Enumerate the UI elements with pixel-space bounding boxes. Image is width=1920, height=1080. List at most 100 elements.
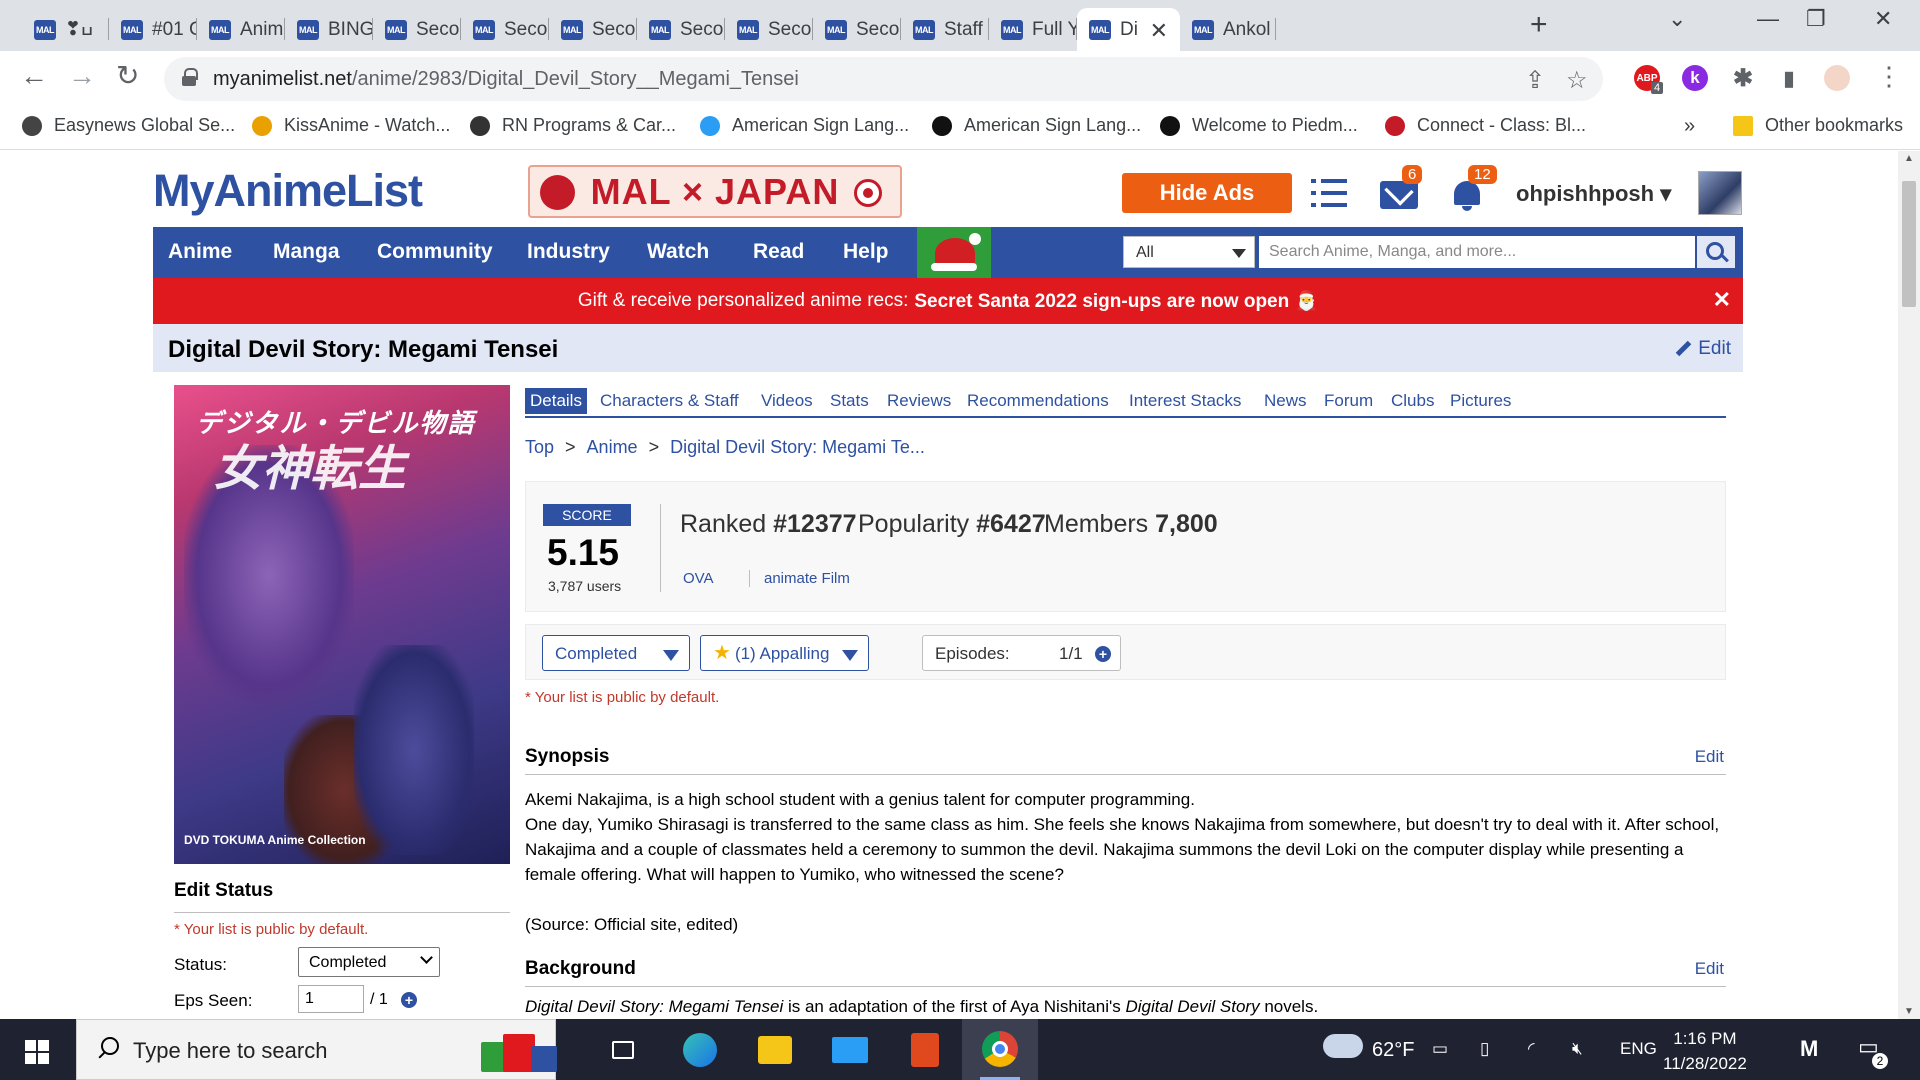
search-icon[interactable] <box>1697 236 1735 268</box>
office-icon[interactable] <box>903 1028 947 1072</box>
scrollbar-thumb[interactable] <box>1902 181 1916 307</box>
breadcrumb-current[interactable]: Digital Devil Story: Megami Te... <box>670 437 925 457</box>
tab-pictures[interactable]: Pictures <box>1450 391 1511 411</box>
chrome-taskbar-button[interactable] <box>962 1019 1038 1080</box>
browser-tab[interactable]: MAL Ankol <box>1180 8 1276 51</box>
bookmark-item[interactable]: American Sign Lang... <box>700 115 909 136</box>
edit-background-link[interactable]: Edit <box>1695 959 1724 979</box>
tab-videos[interactable]: Videos <box>761 391 813 411</box>
breadcrumb-top[interactable]: Top <box>525 437 554 457</box>
status-select[interactable]: Completed <box>298 947 440 977</box>
side-panel-icon[interactable]: ▮ <box>1776 65 1802 91</box>
username-menu[interactable]: ohpishhposh ▾ <box>1516 181 1671 207</box>
taskbar-search-box[interactable]: Type here to search <box>76 1019 557 1080</box>
share-icon[interactable]: ⇪ <box>1525 66 1545 95</box>
page-scrollbar[interactable]: ▲ ▼ <box>1898 151 1920 1019</box>
nav-anime[interactable]: Anime <box>168 240 232 264</box>
browser-tab[interactable]: MAL BINGO <box>285 8 373 51</box>
tab-reviews[interactable]: Reviews <box>887 391 951 411</box>
browser-tab[interactable]: MAL #01 C <box>109 8 197 51</box>
tab-stats[interactable]: Stats <box>830 391 869 411</box>
bookmark-item[interactable]: RN Programs & Car... <box>470 115 676 136</box>
tab-recommendations[interactable]: Recommendations <box>967 391 1109 411</box>
increment-eps-icon[interactable]: + <box>401 992 417 1008</box>
tab-interest-stacks[interactable]: Interest Stacks <box>1129 391 1241 411</box>
k-extension-icon[interactable]: k <box>1682 65 1708 91</box>
url-text[interactable]: myanimelist.net/anime/2983/Digital_Devil… <box>213 68 799 91</box>
anime-cover-image[interactable]: デジタル・デビル物語 女神転生 DVD TOKUMA Anime Collect… <box>174 385 510 864</box>
mal-logo[interactable]: MyAnimeList <box>153 165 423 217</box>
user-avatar[interactable] <box>1698 171 1742 215</box>
other-bookmarks[interactable]: Other bookmarks <box>1733 115 1903 136</box>
forward-icon[interactable]: → <box>68 61 96 91</box>
bookmark-item[interactable]: KissAnime - Watch... <box>252 115 450 136</box>
nav-help[interactable]: Help <box>843 240 889 264</box>
increment-episode-icon[interactable]: + <box>1095 646 1111 662</box>
new-tab-button[interactable]: + <box>1530 8 1548 42</box>
restore-icon[interactable]: ❐ <box>1806 6 1826 32</box>
browser-tab[interactable]: MAL Anime <box>197 8 285 51</box>
bookmarks-overflow-icon[interactable]: » <box>1684 115 1695 138</box>
tab-news[interactable]: News <box>1264 391 1307 411</box>
volume-muted-icon[interactable]: 🔇︎ <box>1572 1039 1583 1059</box>
secret-santa-promo[interactable]: Gift & receive personalized anime recs: S… <box>153 278 1743 324</box>
bookmark-item[interactable]: Connect - Class: Bl... <box>1385 115 1586 136</box>
browser-tab[interactable]: MAL Secon <box>725 8 813 51</box>
close-icon[interactable]: ✕ <box>1150 18 1168 44</box>
tab-details[interactable]: Details <box>525 388 587 414</box>
browser-tab[interactable]: MAL Secon <box>813 8 901 51</box>
gifts-icon[interactable] <box>481 1032 561 1072</box>
browser-tab[interactable]: MAL Full Y <box>989 8 1077 51</box>
edit-synopsis-link[interactable]: Edit <box>1695 747 1724 767</box>
nav-read[interactable]: Read <box>753 240 804 264</box>
weather-temp[interactable]: 62°F <box>1372 1039 1414 1062</box>
promo-close-icon[interactable]: ✕ <box>1713 287 1731 313</box>
browser-tab[interactable]: MAL Staff <box>901 8 989 51</box>
list-score-select[interactable]: ★ (1) Appalling <box>700 635 869 671</box>
tab-characters-staff[interactable]: Characters & Staff <box>600 391 739 411</box>
hide-ads-button[interactable]: Hide Ads <box>1122 173 1292 213</box>
tray-device-icon[interactable]: ▯ <box>1480 1039 1489 1059</box>
browser-tab[interactable]: MAL Secon <box>637 8 725 51</box>
santa-hat-icon[interactable] <box>917 227 991 278</box>
battery-icon[interactable]: ▭ <box>1432 1039 1448 1059</box>
popularity-stat[interactable]: Popularity #6427 <box>858 510 1046 539</box>
scroll-up-icon[interactable]: ▲ <box>1904 153 1914 164</box>
tab-search-icon[interactable]: ⌄ <box>1668 6 1686 32</box>
mal-japan-banner[interactable]: MAL × JAPAN <box>528 165 902 218</box>
search-scope-select[interactable]: All <box>1123 236 1255 268</box>
bookmark-item[interactable]: American Sign Lang... <box>932 115 1141 136</box>
window-close-icon[interactable]: ✕ <box>1874 6 1892 32</box>
episodes-count[interactable]: 1/1 <box>1059 644 1083 664</box>
browser-tab[interactable]: MAL Secon <box>549 8 637 51</box>
scroll-down-icon[interactable]: ▼ <box>1904 1006 1914 1017</box>
back-icon[interactable]: ← <box>20 61 48 91</box>
wifi-icon[interactable]: ◜ <box>1528 1039 1535 1059</box>
nav-manga[interactable]: Manga <box>273 240 340 264</box>
tab-clubs[interactable]: Clubs <box>1391 391 1434 411</box>
browser-tab[interactable]: MAL Di ✕ <box>1077 8 1180 51</box>
cloud-icon[interactable] <box>1323 1034 1363 1058</box>
nav-industry[interactable]: Industry <box>527 240 610 264</box>
nav-community[interactable]: Community <box>377 240 493 264</box>
meet-now-icon[interactable]: M <box>1800 1036 1818 1062</box>
task-view-icon[interactable] <box>601 1028 645 1072</box>
lock-icon[interactable] <box>182 68 198 86</box>
bookmark-item[interactable]: Easynews Global Se... <box>22 115 235 136</box>
file-explorer-icon[interactable] <box>753 1028 797 1072</box>
minimize-icon[interactable]: — <box>1757 6 1779 32</box>
nav-watch[interactable]: Watch <box>647 240 709 264</box>
anime-list-icon[interactable] <box>1311 177 1347 209</box>
browser-tab[interactable]: MAL Secon <box>461 8 549 51</box>
studio-link[interactable]: animate Film <box>749 570 850 587</box>
browser-tab[interactable]: MAL Secon <box>373 8 461 51</box>
bookmark-star-icon[interactable]: ☆ <box>1566 66 1588 95</box>
browser-tab[interactable]: MAL ❣︎ߎ <box>22 8 109 51</box>
taskbar-clock[interactable]: 1:16 PM 11/28/2022 <box>1663 1026 1747 1076</box>
ranked-stat[interactable]: Ranked #12377 <box>680 510 857 539</box>
edge-icon[interactable] <box>678 1028 722 1072</box>
edit-entry-button[interactable]: Edit <box>1676 338 1731 360</box>
breadcrumb-anime[interactable]: Anime <box>587 437 638 457</box>
windows-start-icon[interactable] <box>25 1040 49 1064</box>
extensions-puzzle-icon[interactable]: ✱ <box>1730 65 1756 92</box>
